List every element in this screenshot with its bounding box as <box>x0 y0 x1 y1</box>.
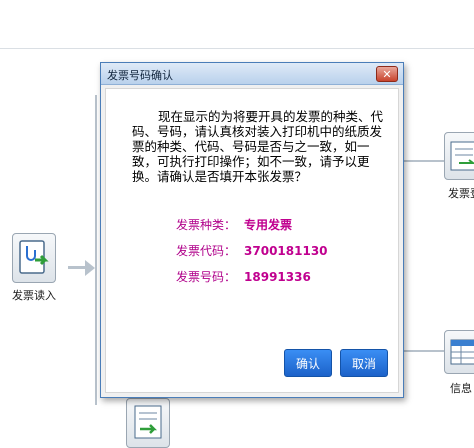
info-node[interactable] <box>444 330 474 374</box>
table-icon <box>450 339 474 365</box>
invoice-read-icon <box>19 240 49 274</box>
flow-connector-right <box>404 160 444 162</box>
cancel-button[interactable]: 取消 <box>340 349 388 377</box>
invoice-type-value: 专用发票 <box>244 218 293 232</box>
invoice-document-icon <box>450 141 474 171</box>
invoice-code-value: 3700181130 <box>244 244 328 258</box>
flow-connector-vertical <box>95 95 97 405</box>
invoice-number-row: 发票号码： 18991336 <box>176 268 311 285</box>
info-label: 信息 <box>450 382 472 395</box>
top-divider <box>0 48 474 49</box>
close-icon: ✕ <box>382 67 392 81</box>
confirm-button[interactable]: 确认 <box>284 349 332 377</box>
invoice-code-label: 发票代码： <box>176 244 237 258</box>
invoice-code-row: 发票代码： 3700181130 <box>176 242 328 259</box>
invoice-type-label: 发票种类： <box>176 218 237 232</box>
dialog-content: 现在显示的为将要开具的发票的种类、代码、号码，请认真核对装入打印机中的纸质发票的… <box>105 88 399 393</box>
close-button[interactable]: ✕ <box>376 66 398 82</box>
dialog-title: 发票号码确认 <box>107 69 173 82</box>
invoice-type-row: 发票种类： 专用发票 <box>176 216 292 233</box>
confirm-message: 现在显示的为将要开具的发票的种类、代码、号码，请认真核对装入打印机中的纸质发票的… <box>132 109 384 184</box>
invoice-read-label: 发票读入 <box>12 289 56 302</box>
invoice-read-node[interactable] <box>12 233 56 283</box>
invoice-register-label: 发票登 <box>448 187 474 200</box>
flow-arrow-right <box>85 260 95 276</box>
invoice-number-label: 发票号码： <box>176 270 237 284</box>
invoice-print-node[interactable] <box>126 398 170 448</box>
invoice-number-value: 18991336 <box>244 270 311 284</box>
invoice-register-node[interactable] <box>444 132 474 180</box>
flow-connector-right-low <box>404 350 444 352</box>
invoice-document-icon-bottom <box>134 405 162 439</box>
invoice-number-confirm-dialog: 发票号码确认 ✕ 现在显示的为将要开具的发票的种类、代码、号码，请认真核对装入打… <box>100 62 404 398</box>
dialog-titlebar[interactable]: 发票号码确认 ✕ <box>101 63 403 85</box>
